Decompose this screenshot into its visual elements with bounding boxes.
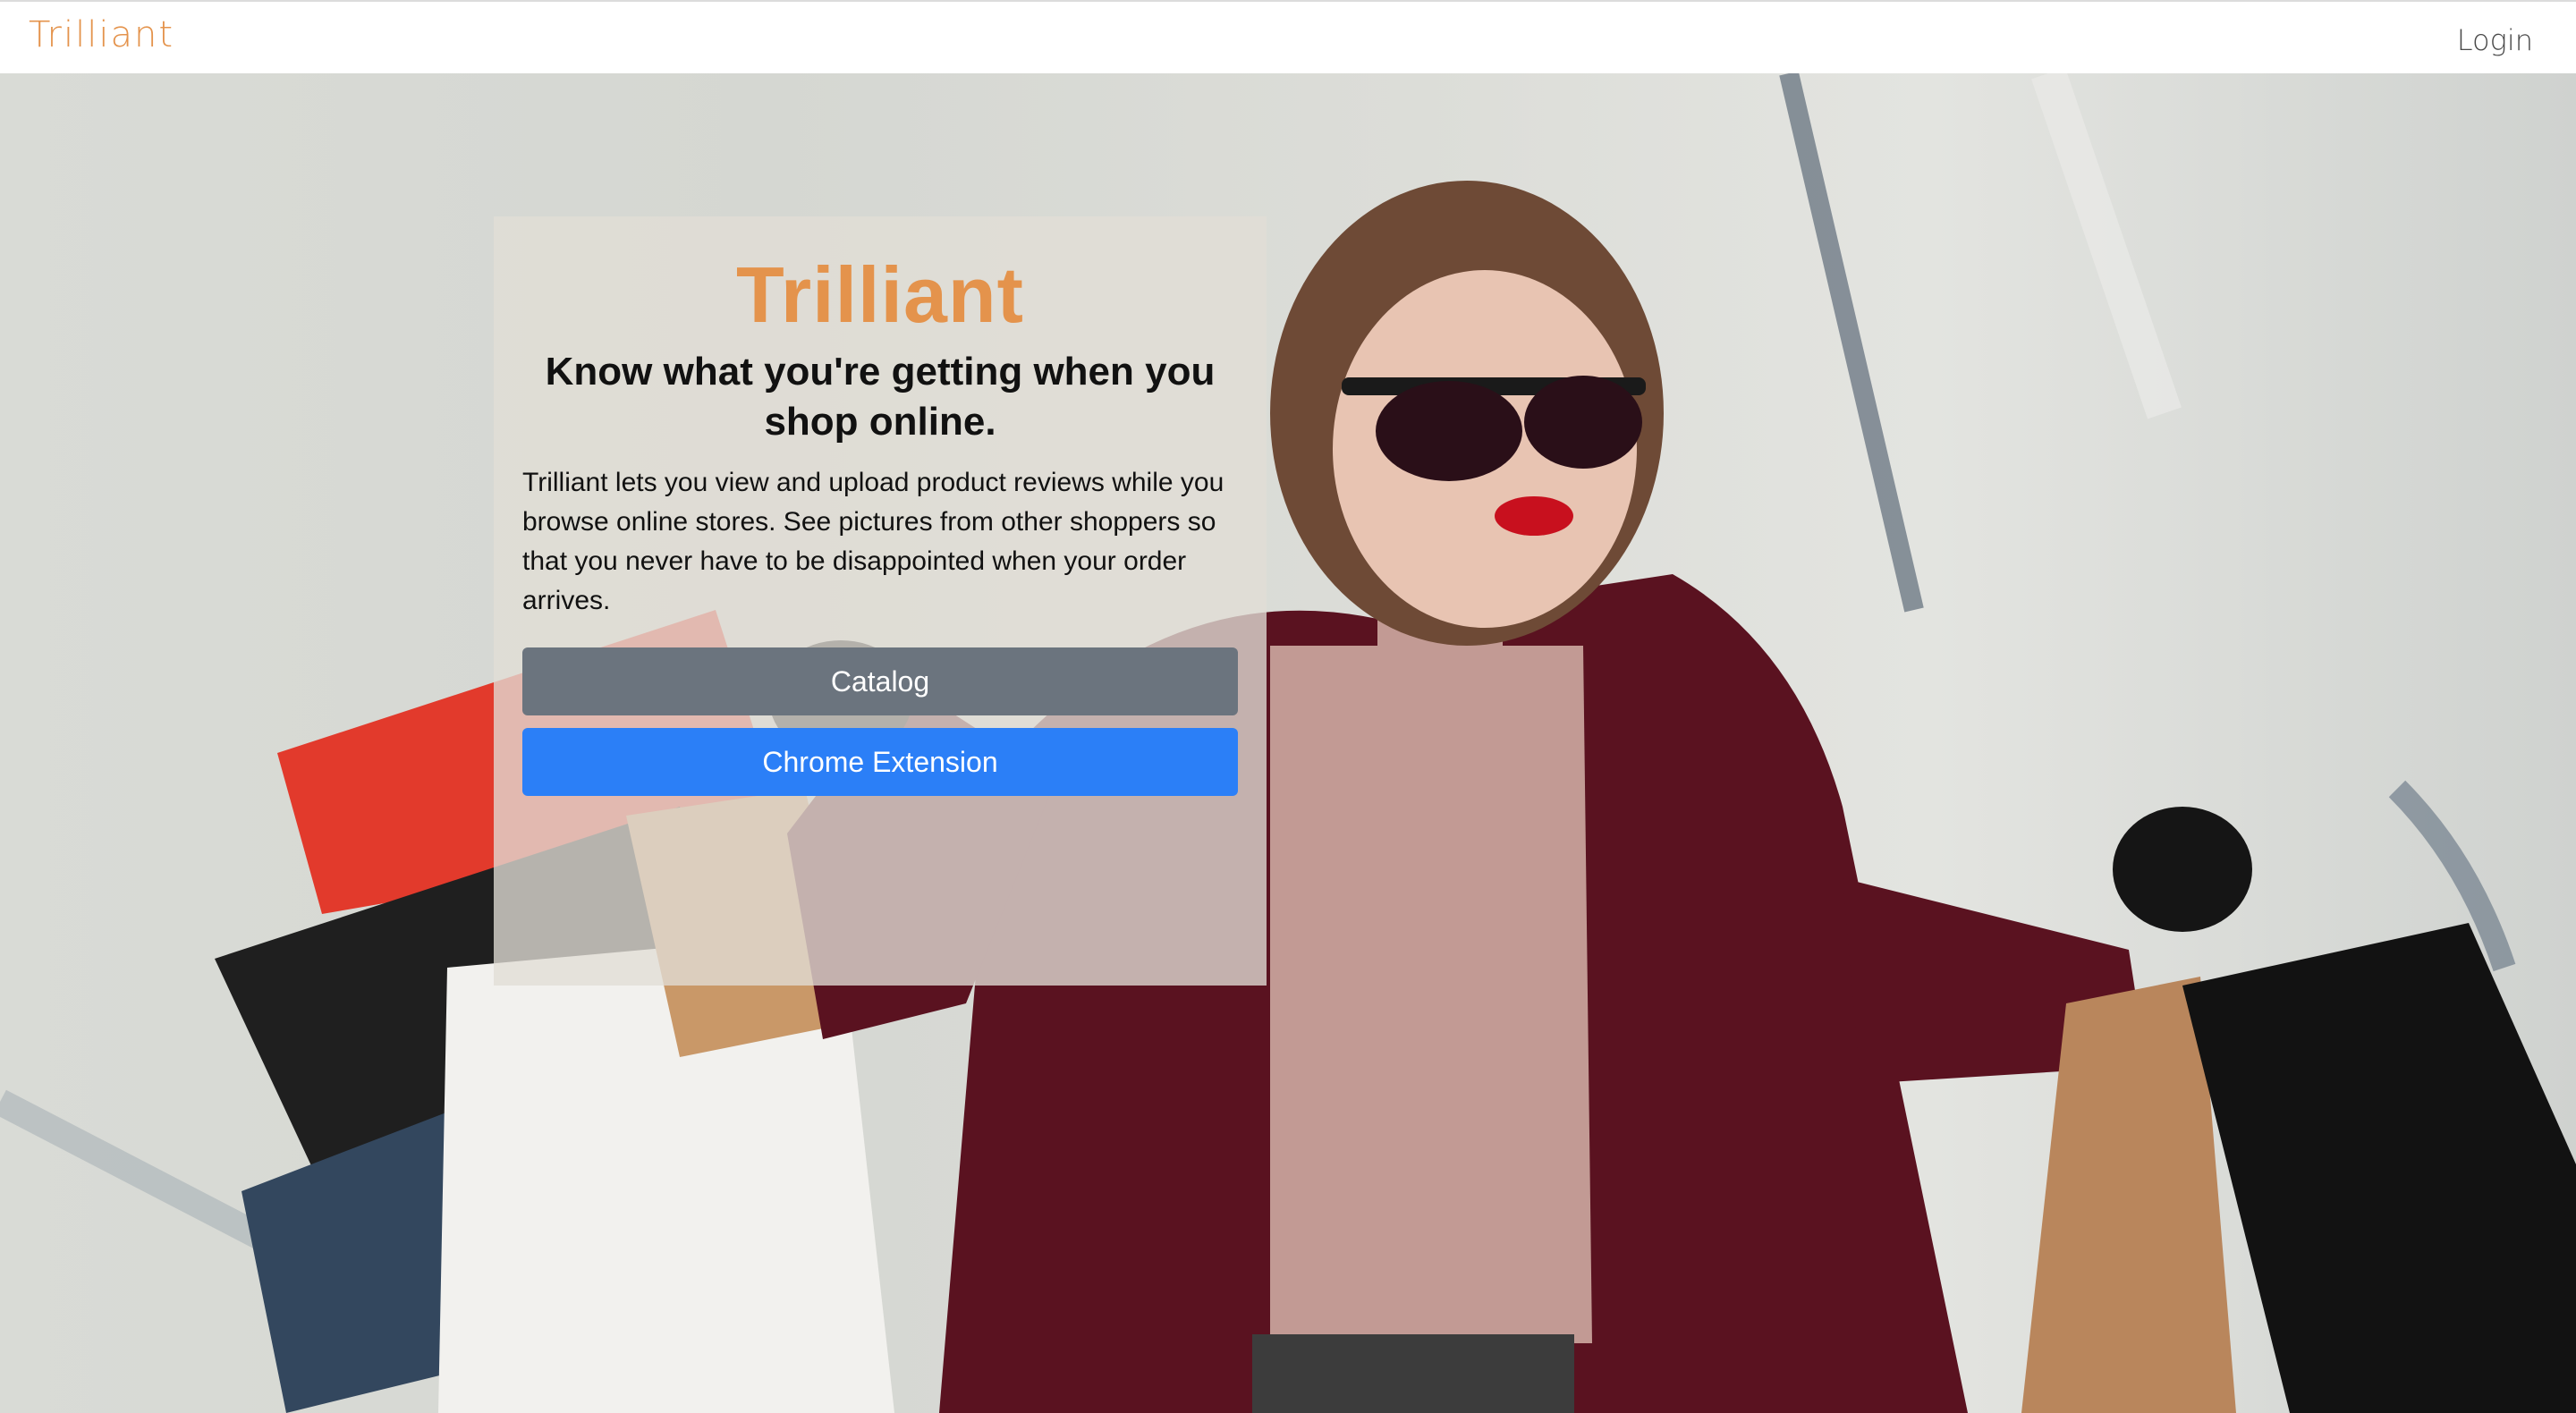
hero-background-photo <box>0 73 2576 1413</box>
page-title: Trilliant <box>736 250 1024 339</box>
description-text: Trilliant lets you view and upload produ… <box>522 468 1224 615</box>
brand-logo-link[interactable]: Trilliant <box>29 14 174 55</box>
hero-section: Trilliant Know what you're getting when … <box>0 73 2576 1413</box>
login-link[interactable]: Login <box>2457 23 2533 57</box>
top-navbar: Trilliant Login <box>0 0 2576 73</box>
chrome-extension-button[interactable]: Chrome Extension <box>522 728 1238 796</box>
tagline: Know what you're getting when you shop o… <box>545 350 1216 444</box>
intro-card: Trilliant Know what you're getting when … <box>494 216 1267 986</box>
catalog-button[interactable]: Catalog <box>522 647 1238 715</box>
